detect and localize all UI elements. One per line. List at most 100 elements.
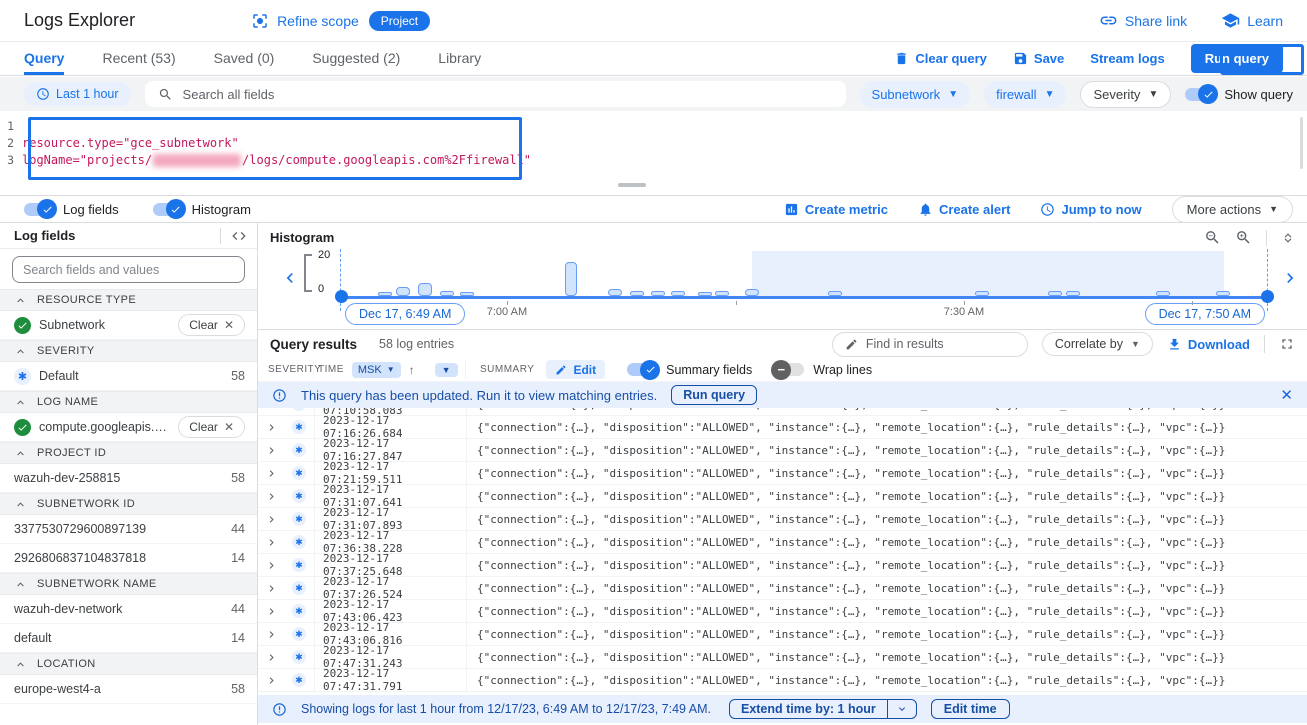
show-query-toggle[interactable] (1185, 88, 1215, 101)
more-actions-button[interactable]: More actions ▼ (1172, 196, 1293, 223)
range-end-pill[interactable]: Dec 17, 7:50 AM (1145, 303, 1265, 325)
expand-chevron-icon[interactable] (258, 651, 284, 664)
correlate-by-button[interactable]: Correlate by ▼ (1042, 332, 1153, 356)
run-query-button[interactable]: Run query (1191, 44, 1283, 73)
edit-summary-button[interactable]: Edit (546, 360, 605, 379)
field-value-item[interactable]: 2926806837104837818 14 (0, 544, 257, 573)
histogram-bar[interactable] (418, 283, 432, 296)
histogram-toggle[interactable] (153, 203, 183, 216)
tab-suggested-2[interactable]: Suggested (2) (312, 42, 400, 75)
range-end-handle[interactable] (1261, 290, 1274, 303)
log-entry-row[interactable]: ✱ 2023-12-17 07:37:25.648 {"connection":… (258, 554, 1307, 577)
close-icon[interactable]: ✕ (1280, 386, 1293, 404)
field-value-item[interactable]: Subnetwork Clear✕ (0, 311, 257, 340)
field-section-header[interactable]: SUBNETWORK NAME (0, 573, 257, 595)
create-metric-button[interactable]: Create metric (784, 202, 888, 217)
expand-chevron-icon[interactable] (258, 408, 284, 411)
tab-recent-53[interactable]: Recent (53) (102, 42, 175, 75)
filter-chip-subnetwork[interactable]: Subnetwork ▼ (860, 81, 971, 108)
editor-scrollbar[interactable] (1300, 117, 1303, 169)
clear-query-button[interactable]: Clear query (894, 51, 987, 66)
tab-query[interactable]: Query (24, 42, 64, 75)
clear-filter-button[interactable]: Clear✕ (178, 416, 245, 438)
expand-chevron-icon[interactable] (258, 674, 284, 687)
expand-collapse-icon[interactable] (1281, 230, 1295, 246)
tab-library[interactable]: Library (438, 42, 481, 75)
query-editor[interactable]: 1 2resource.type="gce_subnetwork" 3logNa… (0, 111, 1307, 196)
create-alert-button[interactable]: Create alert (918, 202, 1011, 217)
field-section-header[interactable]: LOCATION (0, 653, 257, 675)
editor-resize-handle[interactable] (618, 183, 646, 187)
filter-chip-severity[interactable]: Severity ▼ (1080, 81, 1171, 108)
sort-ascending-icon[interactable]: ↑ (409, 363, 415, 377)
fields-search-input[interactable] (12, 256, 245, 283)
expand-chevron-icon[interactable] (258, 582, 284, 595)
filter-chip-firewall[interactable]: firewall ▼ (984, 81, 1066, 108)
zoom-in-icon[interactable] (1235, 229, 1252, 246)
expand-chevron-icon[interactable] (258, 490, 284, 503)
log-entry-row[interactable]: ✱ 2023-12-17 07:47:31.243 {"connection":… (258, 646, 1307, 669)
log-entry-row[interactable]: ✱ 2023-12-17 07:21:59.511 {"connection":… (258, 462, 1307, 485)
histogram-plot[interactable] (341, 251, 1268, 297)
log-entry-row[interactable]: ✱ 2023-12-17 07:37:26.524 {"connection":… (258, 577, 1307, 600)
field-value-item[interactable]: default 14 (0, 624, 257, 653)
histogram-selection-region[interactable] (752, 251, 1225, 297)
save-button[interactable]: Save (1013, 51, 1064, 66)
field-section-header[interactable]: LOG NAME (0, 391, 257, 413)
field-value-item[interactable]: 3377530729600897139 44 (0, 515, 257, 544)
expand-chevron-icon[interactable] (258, 421, 284, 434)
field-value-item[interactable]: europe-west4-a 58 (0, 675, 257, 704)
summary-fields-toggle[interactable] (627, 363, 657, 376)
log-entry-row[interactable]: ✱ 2023-12-17 07:16:27.847 {"connection":… (258, 439, 1307, 462)
log-entry-row[interactable]: ✱ 2023-12-17 07:31:07.893 {"connection":… (258, 508, 1307, 531)
range-start-handle[interactable] (335, 290, 348, 303)
histogram-prev-button[interactable] (280, 268, 300, 288)
log-entry-row[interactable]: ✱ 2023-12-17 07:43:06.816 {"connection":… (258, 623, 1307, 646)
histogram-bar[interactable] (565, 262, 577, 296)
jump-to-now-button[interactable]: Jump to now (1040, 202, 1141, 217)
log-entry-row[interactable]: ✱ 2023-12-17 07:16:26.684 {"connection":… (258, 416, 1307, 439)
search-all-fields-input[interactable] (183, 87, 833, 102)
expand-chevron-icon[interactable] (258, 536, 284, 549)
edit-time-button[interactable]: Edit time (931, 699, 1010, 719)
field-value-item[interactable]: wazuh-dev-258815 58 (0, 464, 257, 493)
extend-time-dropdown[interactable] (887, 700, 916, 718)
log-entry-row[interactable]: ✱ 2023-12-17 07:36:38.228 {"connection":… (258, 531, 1307, 554)
field-section-header[interactable]: PROJECT ID (0, 442, 257, 464)
clear-filter-button[interactable]: Clear✕ (178, 314, 245, 336)
expand-chevron-icon[interactable] (258, 605, 284, 618)
field-section-header[interactable]: SUBNETWORK ID (0, 493, 257, 515)
find-in-results[interactable] (832, 332, 1028, 357)
expand-chevron-icon[interactable] (258, 467, 284, 480)
stream-logs-button[interactable]: Stream logs (1090, 51, 1164, 66)
range-start-pill[interactable]: Dec 17, 6:49 AM (345, 303, 465, 325)
field-value-item[interactable]: wazuh-dev-network 44 (0, 595, 257, 624)
field-value-item[interactable]: compute.googleapis.com/… Clear✕ (0, 413, 257, 442)
log-entry-row[interactable]: ✱ 2023-12-17 07:47:31.791 {"connection":… (258, 669, 1307, 692)
search-all-fields[interactable] (145, 81, 846, 107)
project-scope-badge[interactable]: Project (369, 11, 430, 31)
expand-chevron-icon[interactable] (258, 444, 284, 457)
log-entry-row[interactable]: ✱ 2023-12-17 07:43:06.423 {"connection":… (258, 600, 1307, 623)
learn-button[interactable]: Learn (1221, 11, 1283, 30)
histogram-next-button[interactable] (1280, 268, 1300, 288)
refine-scope-button[interactable]: Refine scope (251, 12, 359, 30)
collapse-panel-icon[interactable] (231, 228, 247, 244)
histogram-timeline[interactable] (341, 296, 1268, 299)
download-button[interactable]: Download (1167, 337, 1250, 352)
tab-saved-0[interactable]: Saved (0) (214, 42, 275, 75)
expand-chevron-icon[interactable] (258, 628, 284, 641)
field-value-item[interactable]: ✱ Default 58 (0, 362, 257, 391)
find-in-results-input[interactable] (866, 337, 1027, 351)
fullscreen-icon[interactable] (1279, 336, 1295, 352)
banner-run-query-button[interactable]: Run query (671, 385, 757, 405)
extend-time-button[interactable]: Extend time by: 1 hour (729, 699, 917, 719)
zoom-out-icon[interactable] (1204, 229, 1221, 246)
expand-chevron-icon[interactable] (258, 513, 284, 526)
expand-chevron-icon[interactable] (258, 559, 284, 572)
log-fields-toggle[interactable] (24, 203, 54, 216)
field-section-header[interactable]: SEVERITY (0, 340, 257, 362)
time-range-chip[interactable]: Last 1 hour (24, 82, 131, 106)
wrap-lines-toggle[interactable]: − (774, 363, 804, 376)
log-entry-row[interactable]: ✱ 2023-12-17 07:31:07.641 {"connection":… (258, 485, 1307, 508)
